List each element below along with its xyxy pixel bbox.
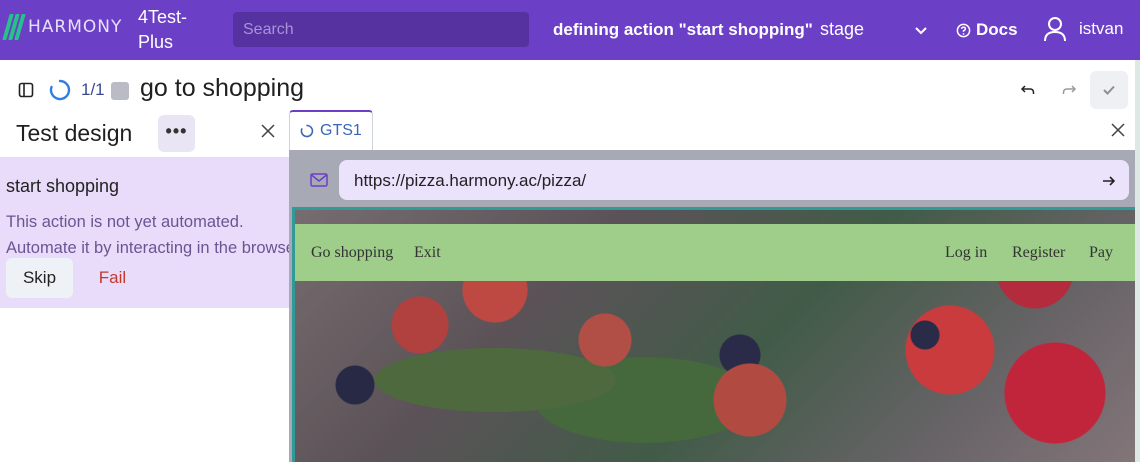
status-text: defining action "start shopping" [553,20,813,39]
confirm-button[interactable] [1090,71,1128,109]
url-text[interactable]: https://pizza.harmony.ac/pizza/ [354,171,586,191]
arrow-right-icon[interactable] [1101,173,1117,189]
test-toolbar: 1/1 go to shopping [0,60,1135,112]
fail-button[interactable]: Fail [85,258,140,298]
harmony-logo[interactable]: HARMONY [2,14,123,40]
chevron-down-icon[interactable] [913,22,929,38]
nav-exit[interactable]: Exit [414,244,441,262]
skip-button[interactable]: Skip [6,258,73,298]
docs-link[interactable]: Docs [956,20,1018,40]
action-message: This action is not yet automated. Automa… [6,209,290,261]
project-name[interactable]: 4Test-Plus [138,5,208,55]
right-edge-panel [1135,60,1140,462]
mail-icon [310,173,328,187]
nav-log-in[interactable]: Log in [945,244,987,262]
logo-mark-icon [2,14,26,40]
top-bar: HARMONY 4Test-Plus defining action "star… [0,0,1140,60]
test-title: go to shopping [140,74,305,102]
embedded-browser: https://pizza.harmony.ac/pizza/ Go shopp… [289,150,1135,462]
environment-select[interactable]: stage [820,19,864,40]
user-icon [1044,17,1066,42]
loading-spinner-icon [300,124,314,138]
action-name: start shopping [6,176,120,196]
redo-icon[interactable] [1061,82,1077,98]
message-line-1: This action is not yet automated. [6,213,244,231]
nav-pay[interactable]: Pay [1089,244,1113,262]
stop-icon[interactable] [111,82,129,100]
step-counter: 1/1 [81,80,105,99]
logo-text: HARMONY [28,17,123,37]
search-input[interactable] [233,12,529,47]
loading-spinner-icon [49,79,71,101]
user-menu[interactable]: istvan [1043,16,1123,42]
username: istvan [1079,19,1124,38]
sidebar-toggle-icon[interactable] [18,82,34,98]
pizza-page-viewport: Go shopping Exit Log in Register Pay [292,207,1135,462]
test-design-header: Test design ••• [0,112,289,157]
tab-label: GTS1 [320,122,362,139]
nav-register[interactable]: Register [1012,244,1065,262]
more-options-button[interactable]: ••• [158,115,195,152]
url-bar[interactable]: https://pizza.harmony.ac/pizza/ [339,160,1129,200]
close-icon[interactable] [260,123,276,139]
close-icon[interactable] [1110,122,1126,138]
action-card: start shopping This action is not yet au… [0,157,290,308]
site-nav: Go shopping Exit Log in Register Pay [295,224,1135,281]
tab-gts1[interactable]: GTS1 [289,110,373,150]
panel-title: Test design [16,120,133,146]
help-circle-icon [956,23,971,37]
docs-label: Docs [976,20,1018,39]
undo-icon[interactable] [1020,82,1036,98]
nav-go-shopping[interactable]: Go shopping [311,244,393,262]
check-icon [1103,85,1115,95]
